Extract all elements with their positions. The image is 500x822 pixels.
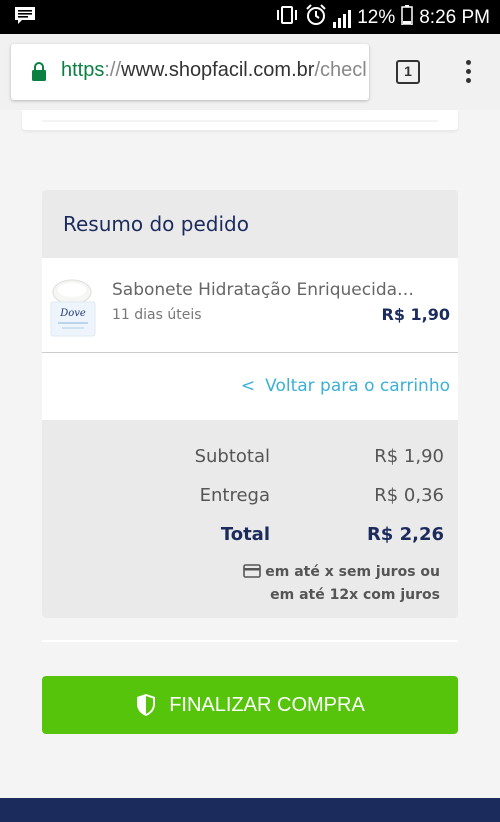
- previous-section-card: [22, 110, 458, 130]
- lock-icon: [31, 61, 47, 85]
- alarm-icon: [305, 4, 327, 32]
- installments-info: em até x sem juros ou em até 12x com jur…: [243, 562, 440, 606]
- url-scheme: https: [61, 59, 105, 81]
- delivery-label: Entrega: [199, 485, 270, 506]
- credit-card-icon: [243, 564, 262, 585]
- finalize-purchase-button[interactable]: FINALIZAR COMPRA: [42, 676, 458, 734]
- subtotal-value: R$ 1,90: [374, 446, 444, 467]
- url-path: /checl: [314, 59, 367, 81]
- back-to-cart-link[interactable]: < Voltar para o carrinho: [241, 376, 450, 396]
- notification-icon: [14, 6, 36, 28]
- product-shipping-time: 11 dias úteis: [112, 307, 202, 323]
- divider: [42, 352, 458, 353]
- order-summary-card: Resumo do pedido Dove Sabonete Hidrataçã…: [42, 190, 458, 618]
- signal-icon: [333, 8, 352, 28]
- installments-line-2: em até 12x com juros: [270, 587, 440, 603]
- total-value: R$ 2,26: [366, 524, 444, 545]
- address-bar[interactable]: https://www.shopfacil.com.br/checl: [11, 44, 369, 100]
- total-label: Total: [220, 524, 270, 545]
- order-summary-title: Resumo do pedido: [63, 212, 249, 236]
- order-summary-header: Resumo do pedido: [42, 190, 458, 258]
- product-brand: Dove: [59, 308, 86, 319]
- back-to-cart-label: Voltar para o carrinho: [265, 376, 450, 396]
- totals-section: Subtotal R$ 1,90 Entrega R$ 0,36 Total R…: [42, 420, 458, 618]
- product-image: Dove: [50, 276, 96, 338]
- battery-icon: [401, 5, 413, 31]
- subtotal-label: Subtotal: [194, 446, 270, 467]
- finalize-purchase-label: FINALIZAR COMPRA: [169, 693, 365, 716]
- product-name: Sabonete Hidratação Enriquecida…: [112, 280, 415, 300]
- subtotal-row: Subtotal R$ 1,90: [42, 446, 458, 472]
- shield-check-icon: [135, 693, 157, 717]
- delivery-value: R$ 0,36: [374, 485, 444, 506]
- total-row: Total R$ 2,26: [42, 524, 458, 550]
- battery-percent: 12%: [357, 7, 396, 28]
- browser-toolbar: https://www.shopfacil.com.br/checl 1: [0, 34, 500, 110]
- delivery-row: Entrega R$ 0,36: [42, 485, 458, 511]
- product-price: R$ 1,90: [381, 305, 451, 324]
- url-text: https://www.shopfacil.com.br/checl: [61, 59, 367, 82]
- vibrate-icon: [275, 5, 299, 31]
- divider: [42, 640, 458, 642]
- url-host: www.shopfacil.com.br: [121, 59, 315, 81]
- footer-bar: [0, 798, 500, 822]
- url-separator: ://: [104, 59, 122, 81]
- overflow-menu-icon[interactable]: [463, 60, 473, 87]
- installments-line-1: em até x sem juros ou: [265, 564, 440, 580]
- chevron-left-icon: <: [240, 376, 256, 396]
- clock: 8:26 PM: [419, 7, 490, 28]
- status-bar: 12% 8:26 PM: [0, 0, 500, 34]
- tab-switcher-button[interactable]: 1: [396, 60, 420, 84]
